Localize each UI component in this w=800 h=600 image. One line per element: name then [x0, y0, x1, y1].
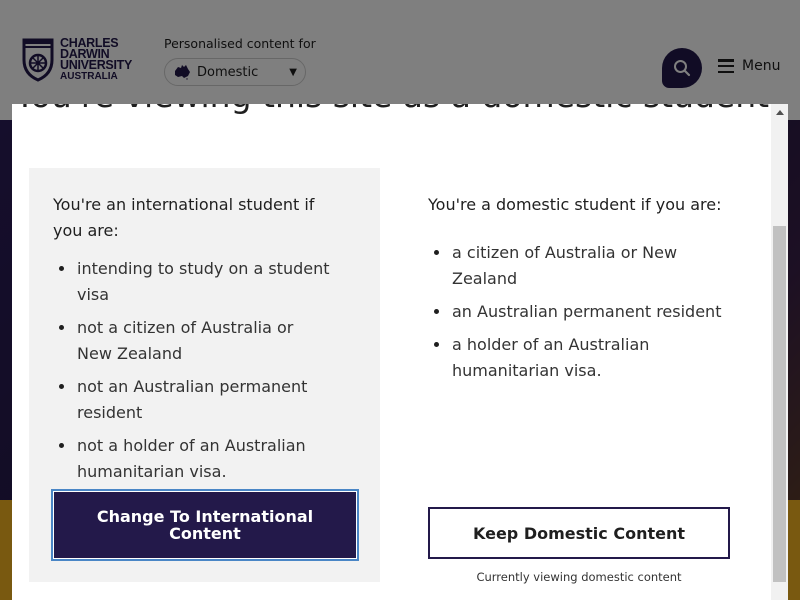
- list-item: an Australian permanent resident: [428, 299, 732, 325]
- list-item: a holder of an Australian humanitarian v…: [428, 332, 732, 384]
- international-title: You're an international student if you a…: [53, 195, 315, 240]
- list-item: a citizen of Australia or New Zealand: [428, 240, 732, 292]
- domestic-criteria-list: a citizen of Australia or New Zealand an…: [428, 240, 732, 384]
- scroll-up-button[interactable]: [771, 104, 788, 121]
- list-item: not an Australian permanent resident: [53, 374, 333, 426]
- scrollbar-thumb[interactable]: [773, 226, 786, 582]
- arrow-up-icon: [775, 110, 784, 115]
- current-view-note: Currently viewing domestic content: [476, 570, 682, 584]
- international-criteria-list: intending to study on a student visa not…: [53, 256, 333, 485]
- change-to-international-button[interactable]: Change To International Content: [51, 489, 359, 561]
- list-item: not a citizen of Australia or New Zealan…: [53, 315, 333, 367]
- domestic-panel: You're a domestic student if you are: a …: [410, 168, 750, 584]
- international-panel: You're an international student if you a…: [29, 168, 380, 582]
- keep-domestic-button[interactable]: Keep Domestic Content: [428, 507, 730, 559]
- domestic-title: You're a domestic student if you are:: [428, 195, 722, 214]
- audience-modal: You're viewing this site as a domestic s…: [12, 104, 788, 600]
- modal-heading: You're viewing this site as a domestic s…: [12, 104, 772, 115]
- list-item: not a holder of an Australian humanitari…: [53, 433, 333, 485]
- list-item: intending to study on a student visa: [53, 256, 333, 308]
- modal-scrollbar[interactable]: [771, 104, 788, 600]
